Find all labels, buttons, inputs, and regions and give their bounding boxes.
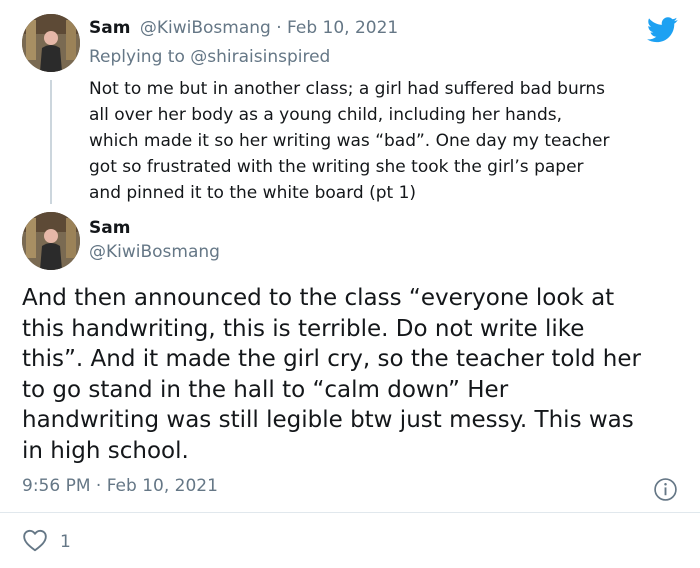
main-text-line: to go stand in the hall to “calm down” H… xyxy=(22,376,509,403)
reply-text-line: which made it so her writing was “bad”. … xyxy=(89,131,610,151)
reply-date[interactable]: Feb 10, 2021 xyxy=(287,18,398,38)
main-text-line: in high school. xyxy=(22,437,189,464)
replying-to-handle[interactable]: @shiraisinspired xyxy=(190,47,330,67)
thread-connector-line xyxy=(50,80,52,204)
reply-author-handle[interactable]: @KiwiBosmang xyxy=(140,18,271,38)
tweet-divider xyxy=(0,512,700,513)
like-button[interactable]: 1 xyxy=(22,528,71,556)
main-author-avatar[interactable] xyxy=(22,212,80,270)
main-author-handle[interactable]: @KiwiBosmang xyxy=(89,242,220,262)
main-text-line: And then announced to the class “everyon… xyxy=(22,285,615,311)
main-text-line: handwriting was still legible btw just m… xyxy=(22,407,634,433)
reply-text-line: and pinned it to the white board (pt 1) xyxy=(89,183,417,203)
heart-icon xyxy=(22,528,48,556)
twitter-bird-icon[interactable] xyxy=(647,17,678,47)
reply-text-line: got so frustrated with the writing she t… xyxy=(89,157,584,177)
tweet-timestamp[interactable]: 9:56 PM · Feb 10, 2021 xyxy=(22,476,218,496)
main-text-line: this handwriting, this is terrible. Do n… xyxy=(22,315,585,342)
reply-tweet-text: Not to me but in another class; a girl h… xyxy=(89,76,609,206)
replying-to-line: Replying to @shiraisinspired xyxy=(89,47,330,67)
reply-author-avatar[interactable] xyxy=(22,14,80,72)
main-text-line: this”. And it made the girl cry, so the … xyxy=(22,346,641,372)
reply-text-line: Not to me but in another class; a girl h… xyxy=(89,79,606,99)
reply-separator: · xyxy=(276,18,282,38)
main-author-name[interactable]: Sam xyxy=(89,218,130,238)
replying-to-prefix: Replying to xyxy=(89,47,191,67)
info-icon[interactable] xyxy=(653,477,678,506)
reply-author-name[interactable]: Sam xyxy=(89,18,130,38)
main-tweet-text: And then announced to the class “everyon… xyxy=(22,283,641,466)
like-count: 1 xyxy=(60,532,71,552)
reply-text-line: all over her body as a young child, incl… xyxy=(89,105,562,125)
